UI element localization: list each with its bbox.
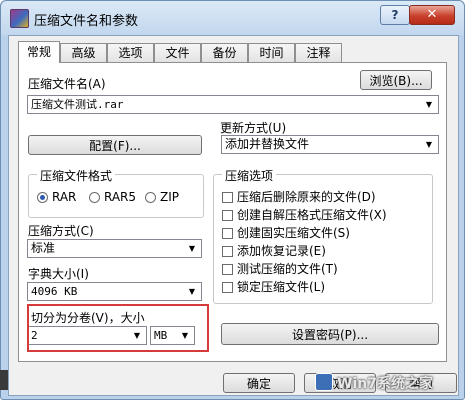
method-value: 标准 [31,241,56,255]
options-group: 压缩选项 压缩后删除原来的文件(D) 创建自解压格式压缩文件(X) 创建固实压缩… [213,167,433,304]
tab-files[interactable]: 文件 [154,43,201,62]
method-combo[interactable]: 标准 ▼ [27,239,202,258]
solid-checkbox[interactable]: 创建固实压缩文件(S) [222,224,350,241]
checkbox-icon [222,282,233,293]
chevron-down-icon: ▼ [425,140,433,149]
lock-archive-checkbox[interactable]: 锁定压缩文件(L) [222,278,325,295]
chevron-down-icon: ▼ [425,100,433,109]
lock-archive-label: 锁定压缩文件(L) [237,280,326,294]
format-rar5-label: RAR5 [104,190,137,204]
profiles-button[interactable]: 配置(F)... [28,135,202,155]
tab-backup[interactable]: 备份 [201,43,248,62]
format-rar-radio[interactable]: RAR [37,190,76,204]
checkbox-icon [222,192,233,203]
archive-name-value: 压缩文件测试.rar [31,98,124,111]
format-group-title: 压缩文件格式 [37,167,116,184]
checkbox-icon [222,246,233,257]
format-zip-radio[interactable]: ZIP [145,190,179,204]
browse-button[interactable]: 浏览(B)... [360,70,432,90]
recovery-record-label: 添加恢复记录(E) [237,244,326,258]
options-group-title: 压缩选项 [222,167,277,184]
window-title: 压缩文件名和参数 [34,14,139,29]
method-label: 压缩方式(C) [28,224,94,238]
format-zip-label: ZIP [160,190,179,204]
tab-advanced[interactable]: 高级 [60,43,107,62]
sfx-label: 创建自解压格式压缩文件(X) [237,208,387,222]
delete-after-checkbox[interactable]: 压缩后删除原来的文件(D) [222,188,376,205]
radio-icon [145,192,156,203]
tab-options[interactable]: 选项 [107,43,154,62]
close-button[interactable]: ✕ [409,5,455,25]
checkbox-icon [222,210,233,221]
help-title-button[interactable]: ? [380,5,410,25]
delete-after-label: 压缩后删除原来的文件(D) [237,190,376,204]
winrar-icon [10,9,29,28]
chevron-down-icon: ▼ [188,244,196,253]
update-mode-value: 添加并替换文件 [225,137,310,151]
update-mode-label: 更新方式(U) [220,121,287,135]
test-files-label: 测试压缩的文件(T) [237,262,338,276]
format-rar5-radio[interactable]: RAR5 [89,190,136,204]
dictionary-value: 4096 KB [31,285,78,298]
tab-time[interactable]: 时间 [248,43,295,62]
tab-comment[interactable]: 注释 [295,43,342,62]
dictionary-label: 字典大小(I) [28,267,89,281]
watermark: Win7系统之家 [315,370,465,398]
update-mode-combo[interactable]: 添加并替换文件 ▼ [221,135,439,154]
format-rar-label: RAR [52,190,77,204]
sfx-checkbox[interactable]: 创建自解压格式压缩文件(X) [222,206,387,223]
watermark-text: Win7系统之家 [337,376,433,392]
dictionary-combo[interactable]: 4096 KB ▼ [27,282,202,301]
chevron-down-icon: ▼ [188,287,196,296]
radio-selected-icon [37,192,48,203]
title-bar[interactable]: 压缩文件名和参数 ? ✕ [1,1,464,35]
checkbox-icon [222,228,233,239]
split-highlight-frame [27,304,209,352]
archive-name-label: 压缩文件名(A) [28,77,106,91]
background-window-edge [0,370,8,390]
ok-button[interactable]: 确定 [223,373,295,393]
solid-label: 创建固实压缩文件(S) [237,226,350,240]
format-group: 压缩文件格式 RAR RAR5 ZIP [28,167,204,218]
archive-name-combo[interactable]: 压缩文件测试.rar ▼ [27,95,439,114]
watermark-logo-icon [315,373,333,391]
set-password-button[interactable]: 设置密码(P)... [221,323,439,345]
test-files-checkbox[interactable]: 测试压缩的文件(T) [222,260,338,277]
radio-icon [89,192,100,203]
checkbox-icon [222,264,233,275]
tab-general[interactable]: 常规 [18,41,60,63]
recovery-record-checkbox[interactable]: 添加恢复记录(E) [222,242,326,259]
